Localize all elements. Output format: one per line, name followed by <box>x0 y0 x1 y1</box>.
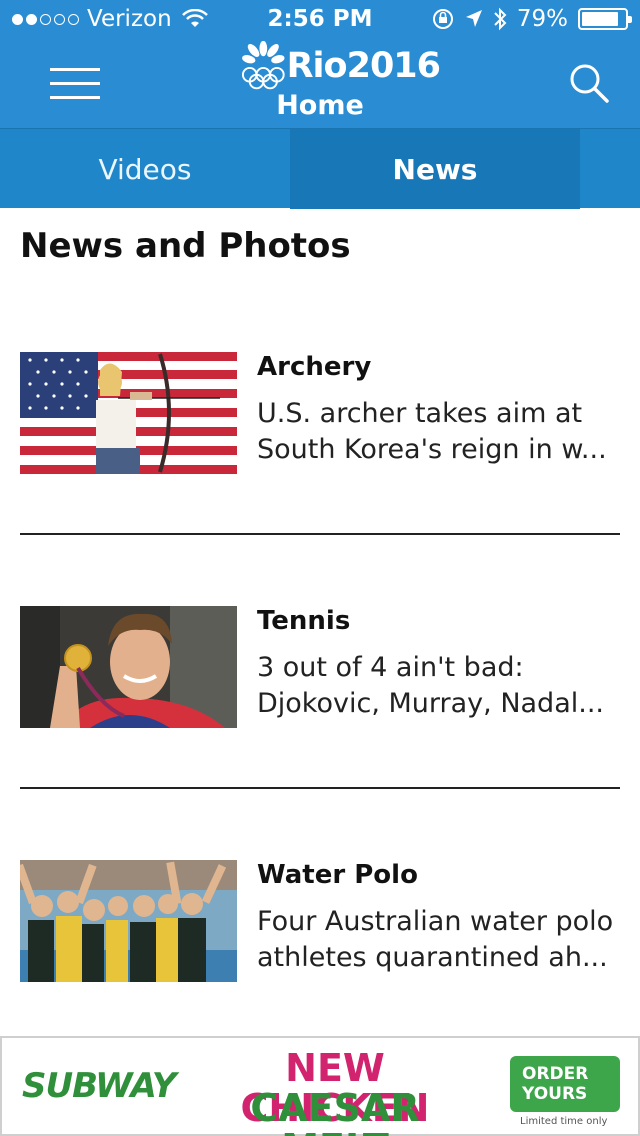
water-polo-thumbnail-image <box>20 860 237 982</box>
tab-videos[interactable]: Videos <box>0 129 290 209</box>
list-item[interactable]: Water Polo Four Australian water polo at… <box>20 860 620 982</box>
search-icon[interactable] <box>568 62 610 104</box>
archery-thumbnail-image <box>20 352 237 474</box>
ad-banner[interactable]: SUBWAY NEW CHICKEN CAESAR MELT ORDER YOU… <box>0 1036 640 1136</box>
nbc-olympic-rings-icon <box>241 41 285 90</box>
article-category: Water Polo <box>257 860 418 890</box>
tab-bar: Videos News <box>0 128 640 209</box>
bluetooth-icon <box>494 7 507 31</box>
battery-icon <box>578 8 632 30</box>
subway-logo: SUBWAY <box>22 1066 176 1106</box>
article-category: Archery <box>257 352 372 382</box>
article-headline: U.S. archer takes aim at South Korea's r… <box>257 398 607 465</box>
ad-fine-print: Limited time only <box>520 1116 608 1127</box>
logo-text: Rio2016 <box>286 46 441 86</box>
order-yours-button[interactable]: ORDER YOURS <box>510 1056 620 1112</box>
article-category: Tennis <box>257 606 351 636</box>
ad-headline-line2: CAESAR MELT <box>250 1086 420 1136</box>
orientation-lock-icon <box>432 9 453 29</box>
tab-news[interactable]: News <box>290 129 580 209</box>
location-arrow-icon <box>465 10 482 27</box>
status-bar: Verizon 2:56 PM 79% <box>0 0 640 40</box>
article-headline: Four Australian water polo athletes quar… <box>257 906 614 973</box>
rio2016-logo: Rio2016 <box>240 40 441 92</box>
list-item[interactable]: Archery U.S. archer takes aim at South K… <box>20 352 620 474</box>
tennis-thumbnail-image <box>20 606 237 728</box>
battery-percent: 79% <box>516 6 568 32</box>
divider <box>20 533 620 535</box>
section-title: News and Photos <box>20 226 351 266</box>
list-item[interactable]: Tennis 3 out of 4 ain't bad: Djokovic, M… <box>20 606 620 728</box>
divider <box>20 787 620 789</box>
page-title: Home <box>276 90 364 121</box>
tab-bar-filler <box>580 129 640 209</box>
article-headline: 3 out of 4 ain't bad: Djokovic, Murray, … <box>257 652 604 719</box>
app-header: Verizon 2:56 PM 79% Rio2016 Home <box>0 0 640 128</box>
